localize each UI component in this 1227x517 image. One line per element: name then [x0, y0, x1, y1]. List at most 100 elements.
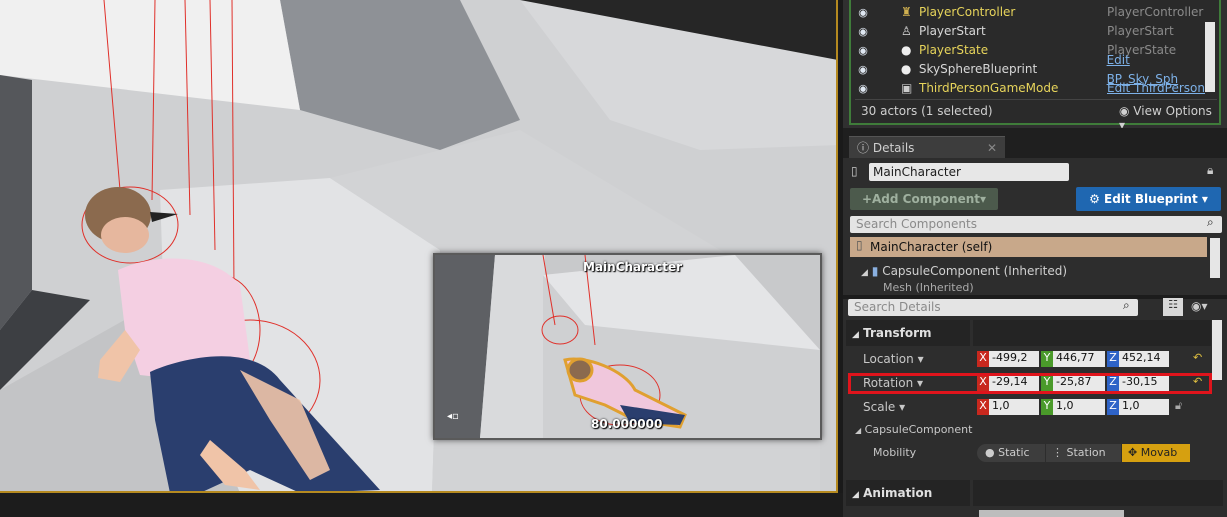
section-header-transform[interactable]: ◢ Transform	[846, 320, 970, 346]
lock-scale-icon[interactable]: 🔓︎	[1175, 399, 1182, 413]
visibility-eye-icon[interactable]: ◉	[855, 3, 871, 22]
search-icon: ⌕	[1123, 298, 1130, 312]
capsule-icon: ▮	[871, 264, 879, 278]
capsule-subsection-label: CapsuleComponent	[864, 423, 973, 436]
edit-blueprint-label: Edit Blueprint	[1104, 192, 1198, 206]
outliner-scrollbar[interactable]	[1205, 22, 1215, 92]
scale-vector: X 1,0 Y 1,0 Z 1,0	[977, 399, 1169, 415]
level-viewport[interactable]: MainCharacter 80.000000 ◂▫	[0, 0, 838, 493]
mobility-toggle: ● Static ⋮ Station ✥ Movab	[977, 444, 1190, 462]
location-label[interactable]: Location ▾	[863, 347, 924, 371]
actor-pawn-icon: ▯	[851, 164, 858, 178]
viewport-bottom-bar	[0, 493, 843, 517]
details-scrollbar[interactable]	[1212, 320, 1222, 380]
section-header-fill	[973, 480, 1223, 506]
location-vector: X -499,2 Y 446,77 Z 452,14	[977, 351, 1169, 367]
outliner-list: ◉ ♜ PlayerController PlayerController ◉ …	[855, 3, 1205, 98]
component-mesh-label: Mesh (Inherited)	[883, 282, 974, 294]
collapse-arrow-icon[interactable]: ◢	[861, 268, 868, 278]
capsule-subsection-header[interactable]: ◢ CapsuleComponent	[855, 420, 972, 440]
tab-details[interactable]: ⓘ Details ✕	[849, 136, 1005, 159]
static-icon: ●	[985, 446, 999, 459]
stationary-icon: ⋮	[1052, 446, 1067, 459]
scale-label[interactable]: Scale ▾	[863, 395, 905, 419]
mobility-movable-button[interactable]: ✥ Movab	[1122, 444, 1190, 462]
tab-details-label: Details	[872, 141, 915, 155]
sphere-icon: ●	[900, 62, 912, 76]
component-self-label: MainCharacter (self)	[870, 240, 993, 254]
outliner-row-playercontroller[interactable]: ◉ ♜ PlayerController PlayerController	[855, 3, 1205, 22]
search-details-placeholder: Search Details	[854, 300, 941, 314]
rotation-highlight-box	[848, 373, 1212, 394]
edit-blueprint-link[interactable]: Edit ThirdPerson	[1107, 79, 1205, 98]
reset-to-default-icon[interactable]: ↶	[1193, 351, 1202, 364]
gamemode-icon: ▣	[901, 81, 913, 95]
move-arrows-icon: ✥	[1128, 446, 1141, 459]
camera-preview-scene	[435, 255, 820, 438]
add-component-label: Add Component	[872, 192, 981, 206]
eye-icon: ◉	[1119, 104, 1134, 118]
scene-left-block	[0, 75, 32, 330]
collapse-arrow-icon: ◢	[852, 490, 859, 500]
camera-preview-fov: 80.000000	[591, 417, 663, 431]
collapse-arrow-icon: ◢	[855, 426, 862, 435]
actor-type: PlayerController	[1107, 5, 1204, 19]
components-scrollbar[interactable]	[1210, 238, 1220, 278]
search-details-input[interactable]: Search Details	[848, 299, 1138, 316]
z-axis-icon: Z	[1107, 399, 1119, 415]
y-axis-icon: Y	[1041, 351, 1053, 367]
mobility-label: Mobility	[873, 446, 917, 459]
section-header-animation[interactable]: ◢ Animation	[846, 480, 970, 506]
component-capsule-label: CapsuleComponent (Inherited)	[882, 264, 1068, 278]
outliner-row-skysphere[interactable]: ◉ ● SkySphereBlueprint Edit BP_Sky_Sph	[855, 53, 1205, 86]
visibility-eye-icon[interactable]: ◉	[855, 60, 871, 79]
animation-field-partial[interactable]	[979, 510, 1124, 517]
mobility-static-label: Static	[998, 446, 1030, 459]
sphere-icon: ●	[901, 43, 912, 57]
visibility-eye-icon[interactable]: ◉	[855, 79, 871, 98]
close-tab-icon[interactable]: ✕	[987, 137, 997, 159]
visibility-eye-icon[interactable]: ◉	[855, 22, 871, 41]
outliner-row-gamemode[interactable]: ◉ ▣ ThirdPersonGameMode Edit ThirdPerson	[855, 79, 1205, 98]
add-component-button[interactable]: +Add Component▾	[850, 188, 998, 210]
location-label-text: Location	[863, 352, 914, 366]
location-y-field[interactable]: 446,77	[1053, 351, 1105, 367]
outliner-row-playerstart[interactable]: ◉ ♙ PlayerStart PlayerStart	[855, 22, 1205, 41]
search-components-input[interactable]: Search Components	[850, 216, 1222, 233]
component-capsule-row[interactable]: ◢ ▮ CapsuleComponent (Inherited)	[861, 262, 1067, 280]
actor-name: SkySphereBlueprint	[918, 62, 1038, 76]
lock-icon[interactable]: 🔒︎	[1207, 163, 1213, 178]
z-axis-icon: Z	[1107, 351, 1119, 367]
mobility-stationary-button[interactable]: ⋮ Station	[1046, 444, 1121, 462]
component-self-row[interactable]: MainCharacter (self)	[850, 237, 1207, 257]
edit-blueprint-button[interactable]: ⚙ Edit Blueprint ▾	[1076, 187, 1221, 211]
editor-side-panel: ◉ ♜ PlayerController PlayerController ◉ …	[843, 0, 1227, 517]
x-axis-icon: X	[977, 399, 989, 415]
component-mesh-row[interactable]: Mesh (Inherited)	[883, 282, 974, 294]
mobility-static-button[interactable]: ● Static	[977, 444, 1045, 462]
scale-x-field[interactable]: 1,0	[989, 399, 1039, 415]
scale-z-field[interactable]: 1,0	[1119, 399, 1169, 415]
details-icon: ⓘ	[857, 141, 873, 155]
actor-count-status: 30 actors (1 selected)	[861, 104, 993, 118]
location-x-field[interactable]: -499,2	[989, 351, 1039, 367]
view-options-label: View Options	[1133, 104, 1212, 118]
actor-name: PlayerController	[919, 5, 1016, 19]
scale-y-field[interactable]: 1,0	[1053, 399, 1105, 415]
eye-visibility-dropdown-icon[interactable]: ◉▾	[1191, 299, 1208, 313]
y-axis-icon: Y	[1041, 399, 1053, 415]
search-icon: ⌕	[1207, 215, 1214, 229]
player-start-icon: ♙	[901, 24, 912, 38]
property-matrix-icon[interactable]: ☷	[1163, 298, 1183, 316]
actor-pawn-icon: ▯	[856, 238, 863, 252]
actor-name: PlayerStart	[919, 24, 986, 38]
world-outliner: ◉ ♜ PlayerController PlayerController ◉ …	[849, 0, 1221, 132]
search-components-placeholder: Search Components	[856, 217, 977, 231]
actor-name: ThirdPersonGameMode	[919, 81, 1059, 95]
x-axis-icon: X	[977, 351, 989, 367]
mobility-movable-label: Movab	[1140, 446, 1178, 459]
visibility-eye-icon[interactable]: ◉	[855, 41, 871, 60]
section-header-fill	[973, 320, 1211, 346]
location-z-field[interactable]: 452,14	[1119, 351, 1169, 367]
actor-name-field[interactable]: MainCharacter	[869, 163, 1069, 181]
